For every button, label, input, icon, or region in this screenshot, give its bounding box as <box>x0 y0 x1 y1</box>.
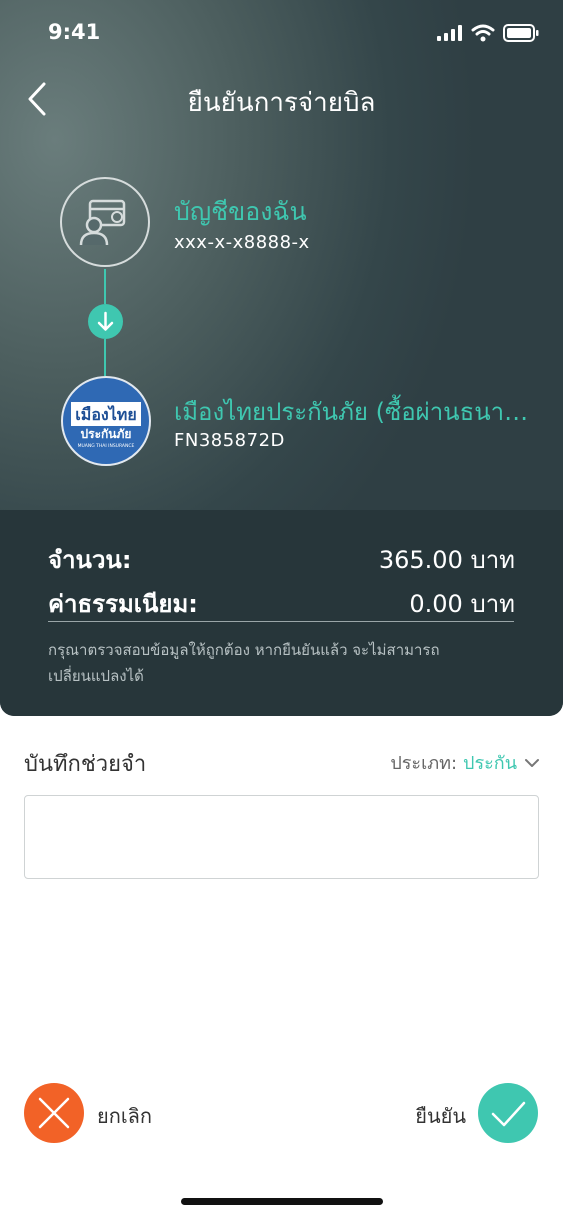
user-card-icon <box>79 199 126 246</box>
account-number: xxx-x-x8888-x <box>174 232 310 253</box>
close-icon <box>38 1097 70 1129</box>
account-icon <box>60 177 150 267</box>
arrow-down-icon <box>88 304 123 339</box>
flow-line-top <box>104 269 106 304</box>
home-indicator[interactable] <box>181 1198 383 1205</box>
fee-label: ค่าธรรมเนียม: <box>48 590 198 618</box>
memo-label: บันทึกช่วยจำ <box>24 752 147 777</box>
logo-text-2: ประกันภัย <box>81 427 132 441</box>
amount-label: จำนวน: <box>48 546 132 574</box>
confirm-button[interactable] <box>478 1083 538 1143</box>
confirm-header: 9:41 ยืนยันการจ่ายบิล เมืองไทย ประกันภัย… <box>0 0 563 716</box>
warning-note: กรุณาตรวจสอบข้อมูลให้ถูกต้อง หากยืนยันแล… <box>48 641 440 685</box>
biller-reference: FN385872D <box>174 430 285 451</box>
status-icons <box>437 24 539 42</box>
logo-text-1: เมืองไทย <box>75 405 136 424</box>
fee-value: 0.00 บาท <box>409 590 515 618</box>
amount-value: 365.00 บาท <box>378 546 515 574</box>
type-value: ประกัน <box>463 753 517 774</box>
status-time: 9:41 <box>48 20 101 44</box>
chevron-down-icon <box>525 758 539 767</box>
cancel-button[interactable] <box>24 1083 84 1143</box>
logo-text-3: MUANG THAI INSURANCE <box>78 443 135 449</box>
signal-icon <box>437 25 462 41</box>
battery-icon <box>503 24 539 42</box>
divider <box>48 621 514 622</box>
account-name: บัญชีของฉัน <box>174 197 307 226</box>
biller-logo: เมืองไทย ประกันภัย MUANG THAI INSURANCE <box>61 376 151 466</box>
biller-name: เมืองไทยประกันภัย (ซื้อผ่านธนาคาร) <box>174 398 544 426</box>
flow-line-bottom <box>104 339 106 376</box>
type-dropdown[interactable]: ประเภท: ประกัน <box>390 748 541 777</box>
confirm-label[interactable]: ยืนยัน <box>415 1100 466 1132</box>
memo-input[interactable] <box>24 795 539 879</box>
cancel-label[interactable]: ยกเลิก <box>97 1100 152 1132</box>
page-title: ยืนยันการจ่ายบิล <box>187 88 376 118</box>
wifi-icon <box>471 24 495 42</box>
check-icon <box>491 1101 526 1127</box>
type-label: ประเภท: <box>390 753 458 774</box>
